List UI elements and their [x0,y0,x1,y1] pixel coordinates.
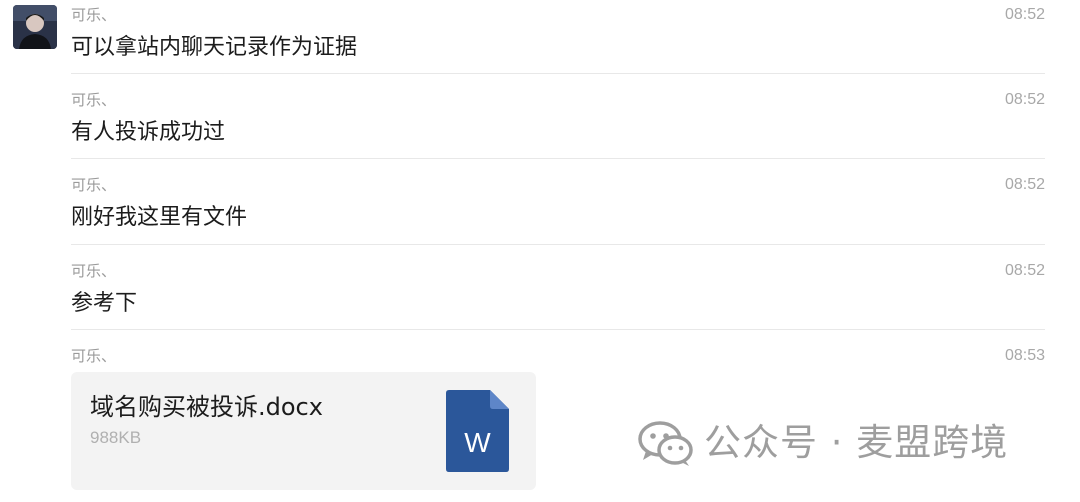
message-divider [71,158,1045,159]
message-item[interactable]: 可乐、 08:52 参考下 [71,261,1045,321]
message-time: 08:52 [1004,262,1045,279]
avatar[interactable] [13,5,57,49]
message-divider [71,244,1045,245]
watermark-text: 公众号 · 麦盟跨境 [704,421,1009,464]
message-text: 有人投诉成功过 [71,120,226,145]
sender-name: 可乐、 [71,262,117,280]
sender-name: 可乐、 [71,6,117,24]
message-time: 08:53 [1004,347,1045,364]
doc-fold [490,390,509,409]
sender-name: 可乐、 [71,176,117,194]
user-photo-icon [13,5,57,49]
message-item[interactable]: 可乐、 08:52 有人投诉成功过 [71,90,1045,150]
watermark: 公众号 · 麦盟跨境 [638,418,1008,468]
message-divider [71,329,1045,330]
file-size: 988KB [90,428,142,447]
doc-letter: W [464,427,491,458]
chat-history: 可乐、 08:52 可以拿站内聊天记录作为证据 可乐、 08:52 有人投诉成功… [0,0,1080,502]
message-text: 刚好我这里有文件 [71,205,248,230]
message-time: 08:52 [1004,91,1045,108]
sender-name: 可乐、 [71,347,117,365]
message-time: 08:52 [1004,176,1045,193]
message-time: 08:52 [1004,6,1045,23]
message-text: 可以拿站内聊天记录作为证据 [71,35,358,60]
sender-name: 可乐、 [71,91,117,109]
word-doc-icon: W [446,390,509,472]
message-text: 参考下 [71,291,138,316]
message-item[interactable]: 可乐、 08:52 刚好我这里有文件 [71,175,1045,235]
message-item[interactable]: 可乐、 08:52 可以拿站内聊天记录作为证据 [71,5,1045,65]
message-item: 可乐、 08:53 [71,346,1045,368]
message-divider [71,73,1045,74]
wechat-icon [638,421,693,466]
file-attachment-card[interactable]: 域名购买被投诉.docx 988KB W [71,372,536,490]
file-name: 域名购买被投诉.docx [90,393,323,421]
